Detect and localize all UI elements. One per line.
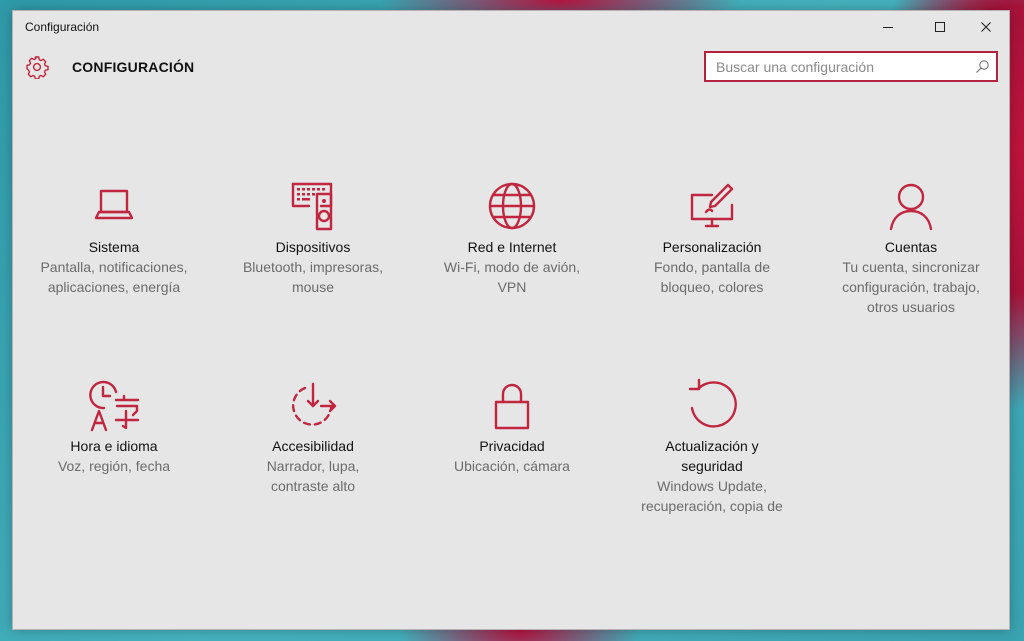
tile-label: Sistema: [88, 239, 140, 255]
tile-label: Accesibilidad: [272, 438, 354, 454]
tile-desc-line: bloqueo, colores: [660, 279, 764, 295]
title-bar[interactable]: Configuración: [13, 11, 1009, 43]
tile-label: Dispositivos: [275, 239, 351, 255]
minimize-icon: [883, 27, 893, 28]
tile-hora-idioma[interactable]: Hora e idioma Voz, región, fecha: [24, 378, 204, 476]
tile-desc-line: Ubicación, cámara: [454, 458, 570, 474]
tile-label: Personalización: [662, 239, 762, 255]
tile-actualizacion-seguridad[interactable]: Actualización y seguridad Windows Update…: [622, 378, 802, 516]
tile-desc-line: Pantalla, notificaciones,: [40, 259, 188, 275]
page-title: CONFIGURACIÓN: [72, 59, 195, 75]
tile-label: Hora e idioma: [70, 438, 158, 454]
tile-sistema[interactable]: Sistema Pantalla, notificaciones, aplica…: [24, 179, 204, 297]
maximize-button[interactable]: [917, 11, 963, 43]
time-language-icon: [89, 380, 140, 432]
tile-label: Cuentas: [884, 239, 938, 255]
tile-desc-line: Windows Update,: [657, 478, 767, 494]
tile-label-line: Actualización y: [665, 438, 759, 454]
tile-desc-line: VPN: [497, 279, 527, 295]
maximize-icon: [935, 22, 945, 32]
tile-desc-line: otros usuarios: [867, 299, 955, 315]
paint-monitor-icon: [690, 183, 734, 228]
tile-label: Red e Internet: [467, 239, 557, 255]
laptop-icon: [94, 189, 134, 220]
close-button[interactable]: [963, 11, 1009, 43]
tile-label: Privacidad: [479, 438, 545, 454]
search-box[interactable]: [704, 51, 998, 82]
tile-desc-line: Voz, región, fecha: [57, 458, 171, 474]
tile-label-line: seguridad: [681, 458, 743, 474]
tile-personalizacion[interactable]: Personalización Fondo, pantalla de bloqu…: [622, 179, 802, 297]
tile-desc-line: Bluetooth, impresoras,: [242, 259, 384, 275]
update-icon: [688, 378, 737, 428]
devices-icon: [291, 182, 333, 231]
gear-icon: [26, 56, 49, 79]
minimize-button[interactable]: [865, 11, 911, 43]
tile-privacidad[interactable]: Privacidad Ubicación, cámara: [422, 378, 602, 476]
lock-icon: [494, 383, 530, 430]
tile-dispositivos[interactable]: Dispositivos Bluetooth, impresoras, mous…: [223, 179, 403, 297]
tile-cuentas[interactable]: Cuentas Tu cuenta, sincronizar configura…: [821, 179, 1001, 317]
tile-desc-line: recuperación, copia de: [641, 498, 783, 514]
settings-window: Configuración CONFIGURACIÓN Sistema Pa: [12, 10, 1010, 630]
close-icon: [981, 22, 991, 32]
globe-icon: [488, 182, 536, 230]
tile-accesibilidad[interactable]: Accesibilidad Narrador, lupa, contraste …: [223, 378, 403, 496]
tile-desc-line: configuración, trabajo,: [842, 279, 980, 295]
accessibility-icon: [291, 382, 337, 426]
tile-desc-line: Narrador, lupa,: [266, 458, 360, 474]
tile-desc-line: Wi-Fi, modo de avión,: [443, 259, 581, 275]
window-title: Configuración: [25, 20, 100, 34]
search-input[interactable]: [706, 53, 978, 80]
tile-desc-line: aplicaciones, energía: [47, 279, 181, 295]
tile-desc-line: Tu cuenta, sincronizar: [842, 259, 980, 275]
person-icon: [889, 183, 933, 231]
tile-desc-line: contraste alto: [270, 478, 356, 494]
search-icon[interactable]: [975, 59, 990, 74]
tile-red-internet[interactable]: Red e Internet Wi-Fi, modo de avión, VPN: [422, 179, 602, 297]
tile-desc-line: mouse: [291, 279, 335, 295]
tile-desc-line: Fondo, pantalla de: [654, 259, 770, 275]
